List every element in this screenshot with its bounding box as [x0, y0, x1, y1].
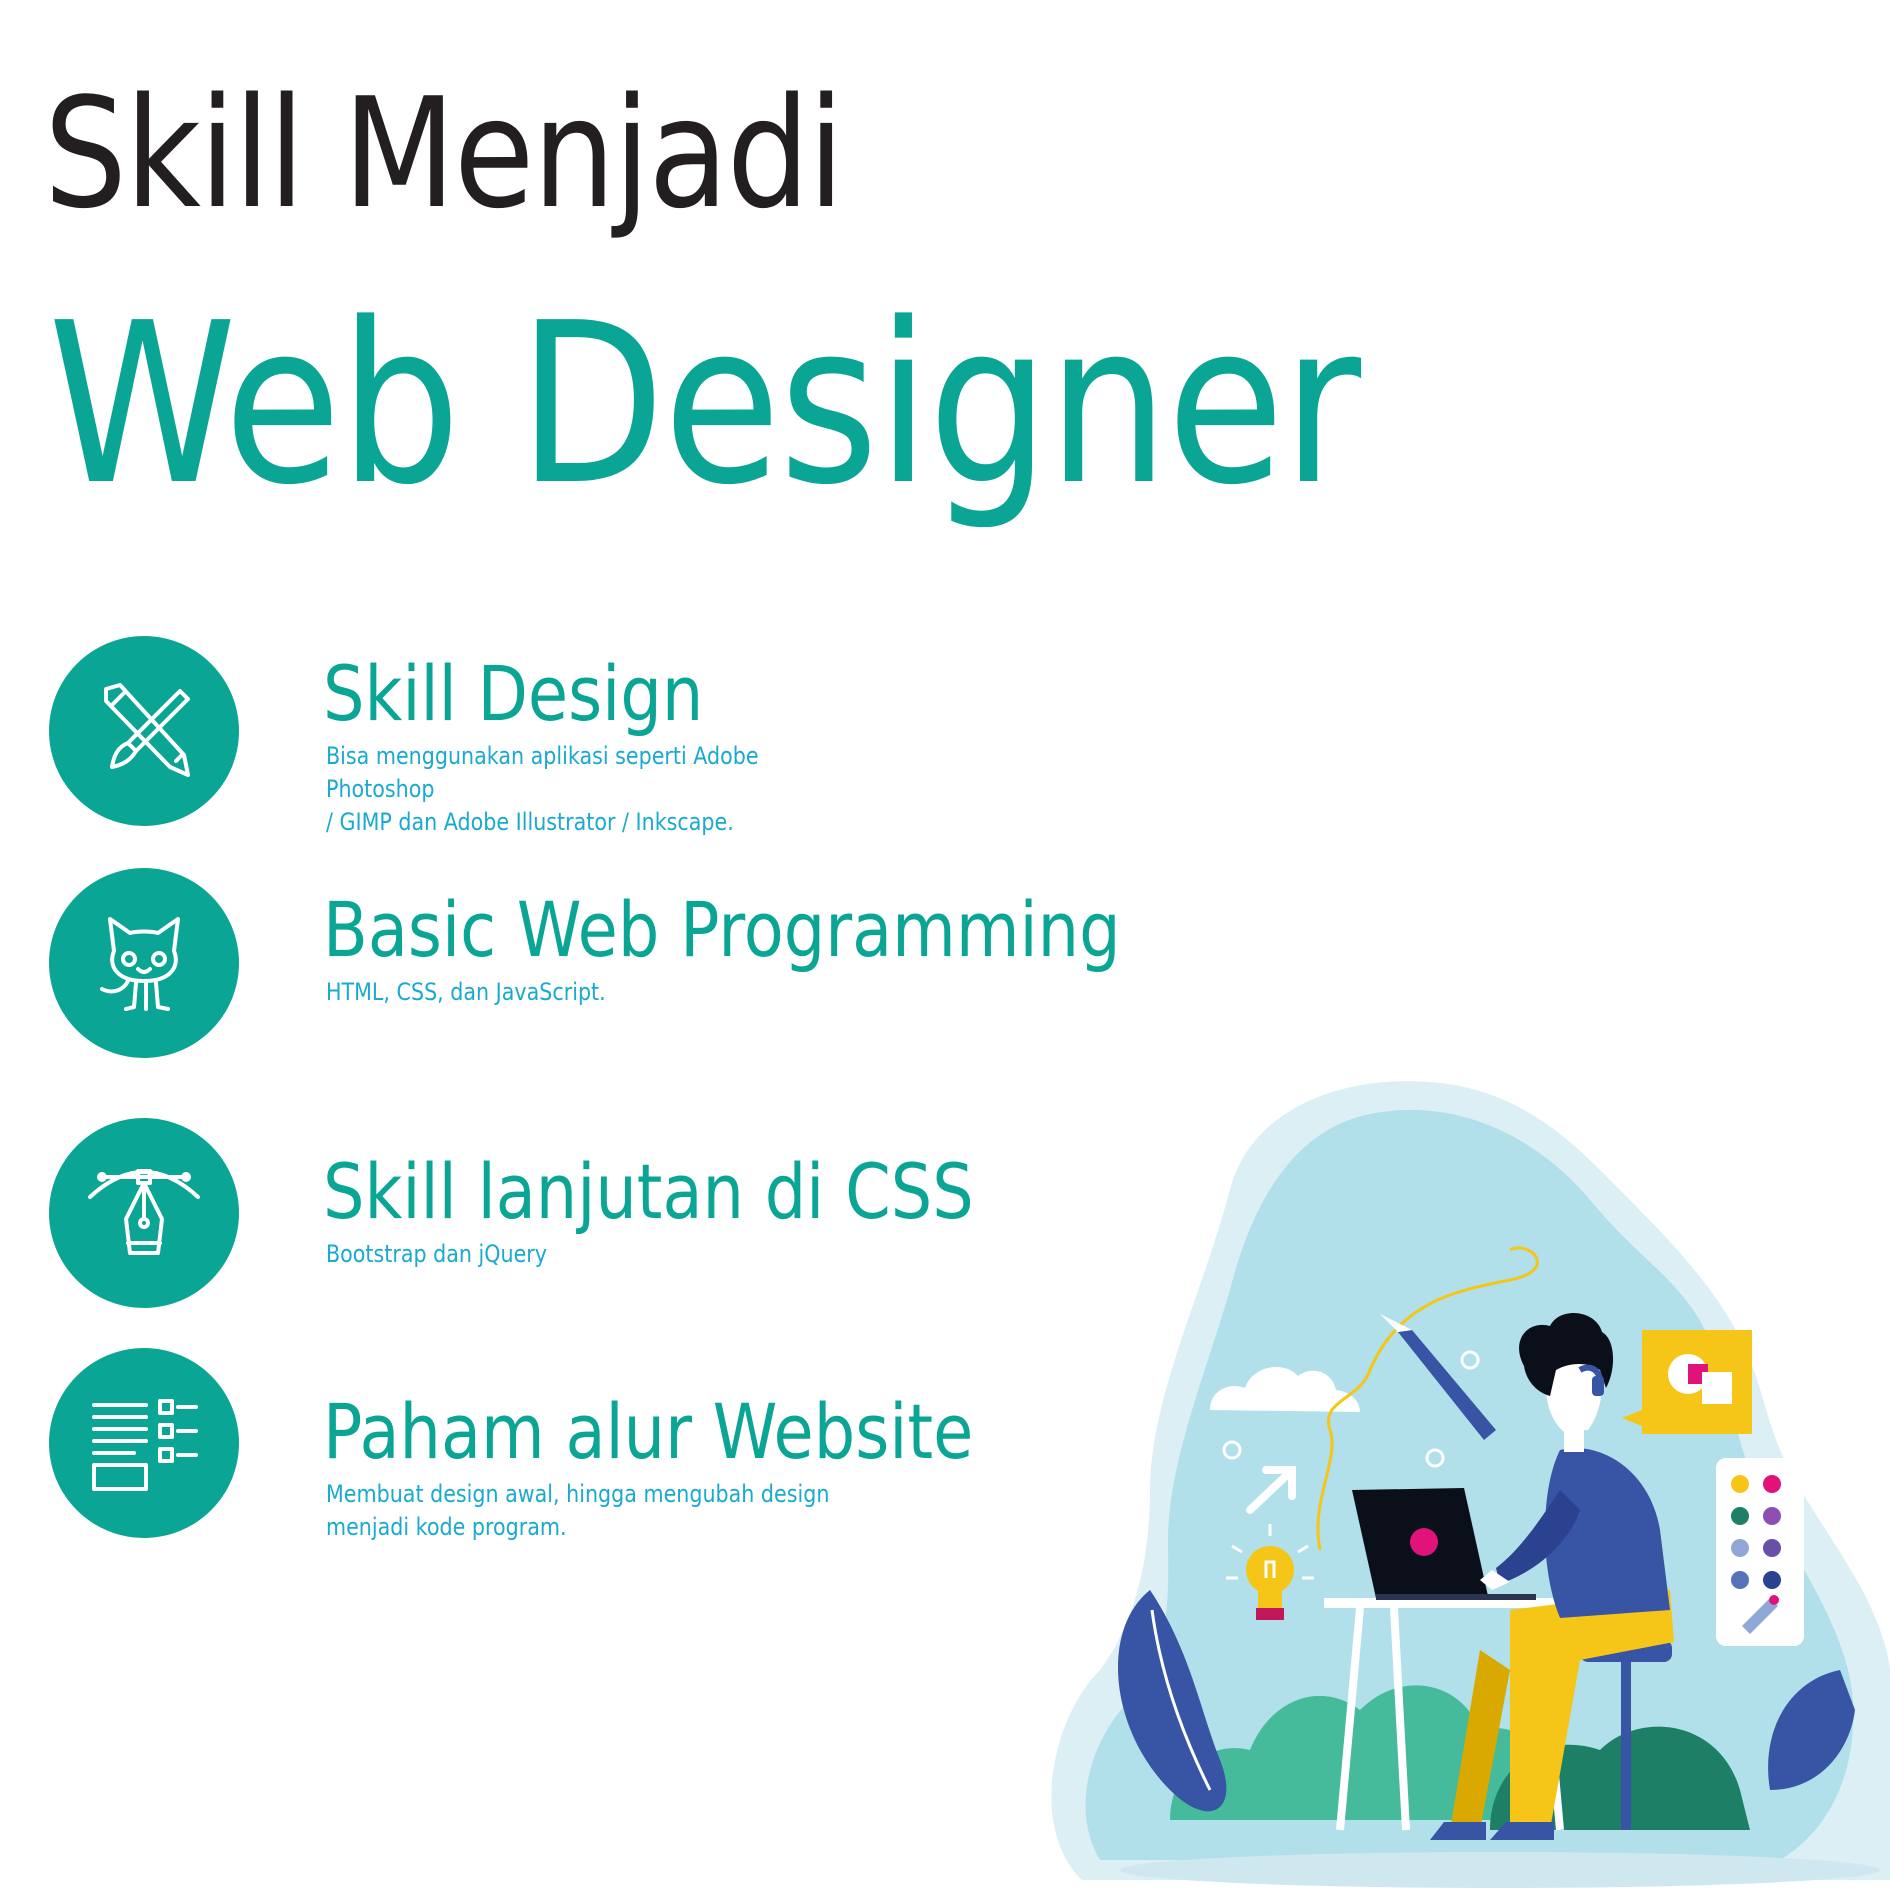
bezier-pen-tool-icon — [88, 1169, 200, 1255]
heading-line-2: Web Designer — [48, 276, 1361, 534]
skill-item-website-flow: Paham alur Website Membuat design awal, … — [0, 1348, 1100, 1548]
skill-badge — [49, 1118, 239, 1308]
skill-description: Bisa menggunakan aplikasi seperti Adobe … — [326, 742, 759, 836]
skill-description: Membuat design awal, hingga mengubah des… — [326, 1480, 830, 1541]
skill-description: HTML, CSS, dan JavaScript. — [326, 978, 606, 1006]
skill-item-design: Skill Design Bisa menggunakan aplikasi s… — [0, 636, 1100, 836]
skill-description: Bootstrap dan jQuery — [326, 1240, 548, 1268]
skill-item-web-programming: Basic Web Programming HTML, CSS, dan Jav… — [0, 868, 1121, 1068]
web-designer-illustration — [1051, 1081, 1890, 1888]
color-palette-card — [1716, 1458, 1804, 1646]
skill-badge — [49, 636, 239, 826]
skill-badge — [49, 868, 239, 1058]
skill-title: Skill lanjutan di CSS — [323, 1147, 974, 1236]
skill-title: Paham alur Website — [323, 1387, 974, 1476]
skill-item-advanced-css: Skill lanjutan di CSS Bootstrap dan jQue… — [0, 1118, 1100, 1318]
heading-line-1: Skill Menjadi — [44, 65, 844, 242]
wireframe-layout-icon — [92, 1399, 198, 1491]
pen-and-brush-icon — [104, 683, 190, 777]
octocat-icon — [100, 917, 180, 1011]
skill-title: Basic Web Programming — [323, 885, 1121, 974]
skill-title: Skill Design — [323, 649, 704, 738]
skill-badge — [49, 1348, 239, 1538]
